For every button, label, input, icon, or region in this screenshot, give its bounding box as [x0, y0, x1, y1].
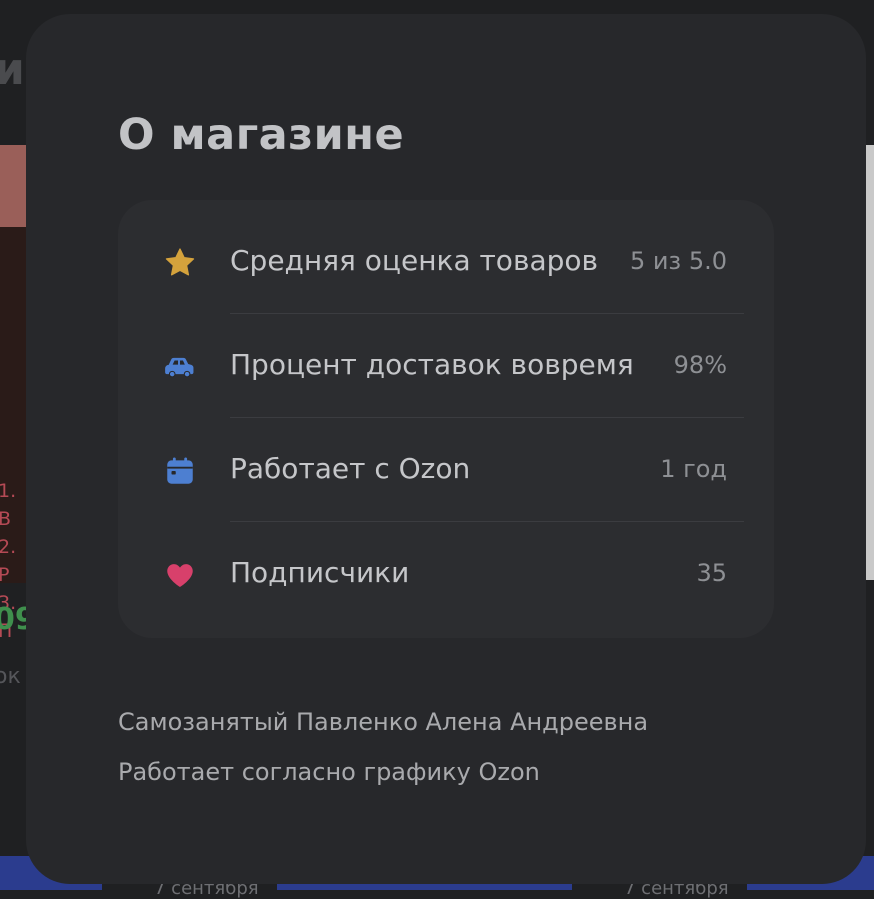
stat-row-delivery: Процент доставок вовремя 98% [118, 314, 774, 418]
stat-row-working-since: Работает с Ozon 1 год [118, 418, 774, 522]
stat-value: 98% [673, 351, 727, 379]
stat-row-rating: Средняя оценка товаров 5 из 5.0 [118, 210, 774, 314]
about-store-modal: О магазине Средняя оценка товаров 5 из 5… [26, 14, 866, 884]
stat-label: Процент доставок вовремя [230, 348, 634, 381]
star-icon [163, 246, 197, 280]
calendar-icon [163, 454, 197, 488]
product-name: ок [0, 664, 21, 689]
stat-row-subscribers: Подписчики 35 [118, 522, 774, 626]
background-product-card-right[interactable] [865, 145, 874, 580]
stat-label: Работает с Ozon [230, 452, 471, 485]
heart-icon [163, 558, 197, 592]
seller-legal-name: Самозанятый Павленко Алена Андреевна [118, 708, 649, 736]
modal-title: О магазине [118, 110, 405, 160]
stat-label: Средняя оценка товаров [230, 244, 599, 277]
delivery-car-icon [163, 350, 197, 384]
stat-value: 35 [696, 559, 727, 587]
stat-value: 1 год [660, 455, 727, 483]
store-stats-card: Средняя оценка товаров 5 из 5.0 Процент … [118, 200, 774, 638]
working-schedule: Работает согласно графику Ozon [118, 758, 540, 786]
stat-label: Подписчики [230, 556, 410, 589]
stat-value: 5 из 5.0 [629, 247, 727, 275]
